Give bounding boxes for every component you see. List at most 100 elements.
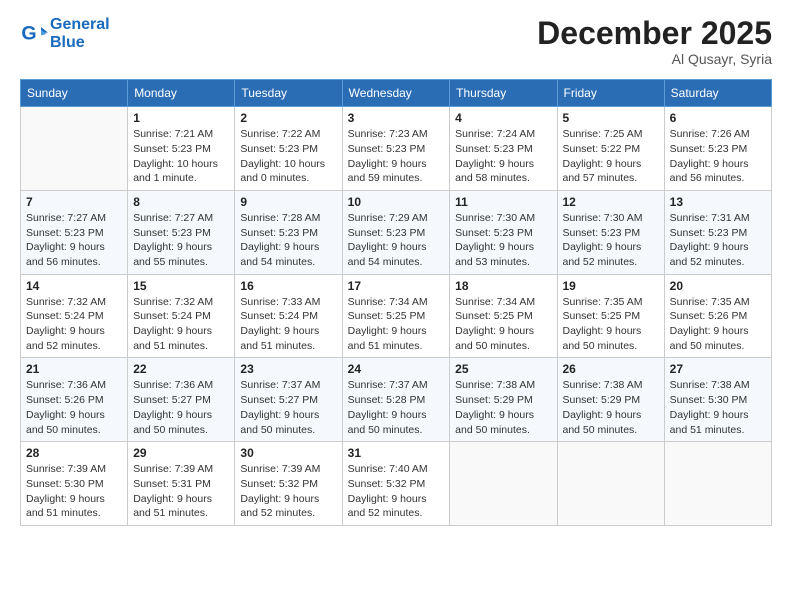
calendar-cell: 1Sunrise: 7:21 AMSunset: 5:23 PMDaylight… [128, 107, 235, 191]
day-number: 30 [240, 446, 336, 460]
day-number: 24 [348, 362, 445, 376]
calendar-cell [664, 442, 771, 526]
calendar-cell: 21 Sunrise: 7:36 AMSunset: 5:26 PMDayligh… [21, 358, 128, 442]
calendar-cell: 6 Sunrise: 7:26 AMSunset: 5:23 PMDaylight… [664, 107, 771, 191]
day-header-monday: Monday [128, 80, 235, 107]
day-info: Sunrise: 7:30 AMSunset: 5:23 PMDaylight:… [563, 211, 659, 270]
calendar-cell: 23 Sunrise: 7:37 AMSunset: 5:27 PMDayligh… [235, 358, 342, 442]
calendar-cell: 7 Sunrise: 7:27 AMSunset: 5:23 PMDaylight… [21, 190, 128, 274]
calendar-cell: 10 Sunrise: 7:29 AMSunset: 5:23 PMDayligh… [342, 190, 450, 274]
calendar-cell: 17 Sunrise: 7:34 AMSunset: 5:25 PMDayligh… [342, 274, 450, 358]
logo: G General Blue [20, 16, 110, 51]
day-info: Sunrise: 7:36 AMSunset: 5:26 PMDaylight:… [26, 378, 122, 437]
page-container: G General Blue December 2025 Al Qusayr, … [0, 0, 792, 536]
day-number: 9 [240, 195, 336, 209]
day-info: Sunrise: 7:32 AMSunset: 5:24 PMDaylight:… [133, 295, 229, 354]
calendar-cell: 30 Sunrise: 7:39 AMSunset: 5:32 PMDayligh… [235, 442, 342, 526]
calendar-cell: 9 Sunrise: 7:28 AMSunset: 5:23 PMDaylight… [235, 190, 342, 274]
calendar-cell: 8 Sunrise: 7:27 AMSunset: 5:23 PMDaylight… [128, 190, 235, 274]
calendar-cell: 13 Sunrise: 7:31 AMSunset: 5:23 PMDayligh… [664, 190, 771, 274]
day-number: 1 [133, 111, 229, 125]
day-number: 22 [133, 362, 229, 376]
calendar-cell: 11 Sunrise: 7:30 AMSunset: 5:23 PMDayligh… [450, 190, 557, 274]
day-number: 15 [133, 279, 229, 293]
svg-text:G: G [21, 22, 36, 44]
day-number: 17 [348, 279, 445, 293]
calendar-cell: 3 Sunrise: 7:23 AMSunset: 5:23 PMDaylight… [342, 107, 450, 191]
calendar-cell: 25 Sunrise: 7:38 AMSunset: 5:29 PMDayligh… [450, 358, 557, 442]
day-number: 26 [563, 362, 659, 376]
logo-line2: Blue [50, 34, 85, 51]
day-number: 18 [455, 279, 551, 293]
calendar-cell: 16 Sunrise: 7:33 AMSunset: 5:24 PMDayligh… [235, 274, 342, 358]
day-number: 16 [240, 279, 336, 293]
day-header-friday: Friday [557, 80, 664, 107]
day-info: Sunrise: 7:26 AMSunset: 5:23 PMDaylight:… [670, 127, 766, 186]
calendar-cell: 19Sunrise: 7:35 AMSunset: 5:25 PMDayligh… [557, 274, 664, 358]
calendar-cell: 18Sunrise: 7:34 AMSunset: 5:25 PMDayligh… [450, 274, 557, 358]
calendar-cell [450, 442, 557, 526]
day-info: Sunrise: 7:28 AMSunset: 5:23 PMDaylight:… [240, 211, 336, 270]
calendar-cell: 20Sunrise: 7:35 AMSunset: 5:26 PMDayligh… [664, 274, 771, 358]
day-info: Sunrise: 7:39 AMSunset: 5:32 PMDaylight:… [240, 462, 336, 521]
logo-text: General Blue [50, 16, 110, 51]
day-number: 11 [455, 195, 551, 209]
day-info: Sunrise: 7:35 AMSunset: 5:25 PMDaylight:… [563, 295, 659, 354]
calendar-cell: 28 Sunrise: 7:39 AMSunset: 5:30 PMDayligh… [21, 442, 128, 526]
day-info: Sunrise: 7:37 AMSunset: 5:27 PMDaylight:… [240, 378, 336, 437]
day-number: 5 [563, 111, 659, 125]
day-number: 25 [455, 362, 551, 376]
calendar: SundayMondayTuesdayWednesdayThursdayFrid… [20, 79, 772, 526]
day-number: 6 [670, 111, 766, 125]
day-number: 23 [240, 362, 336, 376]
day-header-wednesday: Wednesday [342, 80, 450, 107]
title-block: December 2025 Al Qusayr, Syria [537, 16, 772, 67]
day-info: Sunrise: 7:30 AMSunset: 5:23 PMDaylight:… [455, 211, 551, 270]
day-info: Sunrise: 7:38 AMSunset: 5:29 PMDaylight:… [563, 378, 659, 437]
day-header-sunday: Sunday [21, 80, 128, 107]
calendar-cell: 4 Sunrise: 7:24 AMSunset: 5:23 PMDaylight… [450, 107, 557, 191]
day-info: Sunrise: 7:33 AMSunset: 5:24 PMDaylight:… [240, 295, 336, 354]
calendar-cell: 27Sunrise: 7:38 AMSunset: 5:30 PMDayligh… [664, 358, 771, 442]
calendar-cell [21, 107, 128, 191]
day-info: Sunrise: 7:29 AMSunset: 5:23 PMDaylight:… [348, 211, 445, 270]
day-info: Sunrise: 7:27 AMSunset: 5:23 PMDaylight:… [26, 211, 122, 270]
day-number: 12 [563, 195, 659, 209]
day-number: 27 [670, 362, 766, 376]
day-info: Sunrise: 7:38 AMSunset: 5:29 PMDaylight:… [455, 378, 551, 437]
day-number: 8 [133, 195, 229, 209]
header: G General Blue December 2025 Al Qusayr, … [20, 16, 772, 67]
day-info: Sunrise: 7:25 AMSunset: 5:22 PMDaylight:… [563, 127, 659, 186]
day-info: Sunrise: 7:32 AMSunset: 5:24 PMDaylight:… [26, 295, 122, 354]
day-info: Sunrise: 7:22 AMSunset: 5:23 PMDaylight:… [240, 127, 336, 186]
day-info: Sunrise: 7:37 AMSunset: 5:28 PMDaylight:… [348, 378, 445, 437]
location: Al Qusayr, Syria [537, 51, 772, 67]
day-number: 7 [26, 195, 122, 209]
day-number: 21 [26, 362, 122, 376]
day-info: Sunrise: 7:31 AMSunset: 5:23 PMDaylight:… [670, 211, 766, 270]
logo-line1: General [50, 16, 110, 33]
calendar-cell: 5 Sunrise: 7:25 AMSunset: 5:22 PMDaylight… [557, 107, 664, 191]
day-info: Sunrise: 7:23 AMSunset: 5:23 PMDaylight:… [348, 127, 445, 186]
day-number: 10 [348, 195, 445, 209]
day-number: 4 [455, 111, 551, 125]
day-number: 3 [348, 111, 445, 125]
day-number: 31 [348, 446, 445, 460]
calendar-cell: 31Sunrise: 7:40 AMSunset: 5:32 PMDayligh… [342, 442, 450, 526]
day-number: 20 [670, 279, 766, 293]
day-info: Sunrise: 7:27 AMSunset: 5:23 PMDaylight:… [133, 211, 229, 270]
calendar-cell: 15 Sunrise: 7:32 AMSunset: 5:24 PMDayligh… [128, 274, 235, 358]
day-number: 29 [133, 446, 229, 460]
day-number: 28 [26, 446, 122, 460]
day-info: Sunrise: 7:24 AMSunset: 5:23 PMDaylight:… [455, 127, 551, 186]
calendar-cell: 29Sunrise: 7:39 AMSunset: 5:31 PMDayligh… [128, 442, 235, 526]
day-header-tuesday: Tuesday [235, 80, 342, 107]
day-info: Sunrise: 7:36 AMSunset: 5:27 PMDaylight:… [133, 378, 229, 437]
day-header-saturday: Saturday [664, 80, 771, 107]
day-number: 13 [670, 195, 766, 209]
day-info: Sunrise: 7:34 AMSunset: 5:25 PMDaylight:… [348, 295, 445, 354]
day-number: 14 [26, 279, 122, 293]
calendar-cell: 2Sunrise: 7:22 AMSunset: 5:23 PMDaylight… [235, 107, 342, 191]
calendar-cell: 24 Sunrise: 7:37 AMSunset: 5:28 PMDayligh… [342, 358, 450, 442]
day-info: Sunrise: 7:39 AMSunset: 5:30 PMDaylight:… [26, 462, 122, 521]
